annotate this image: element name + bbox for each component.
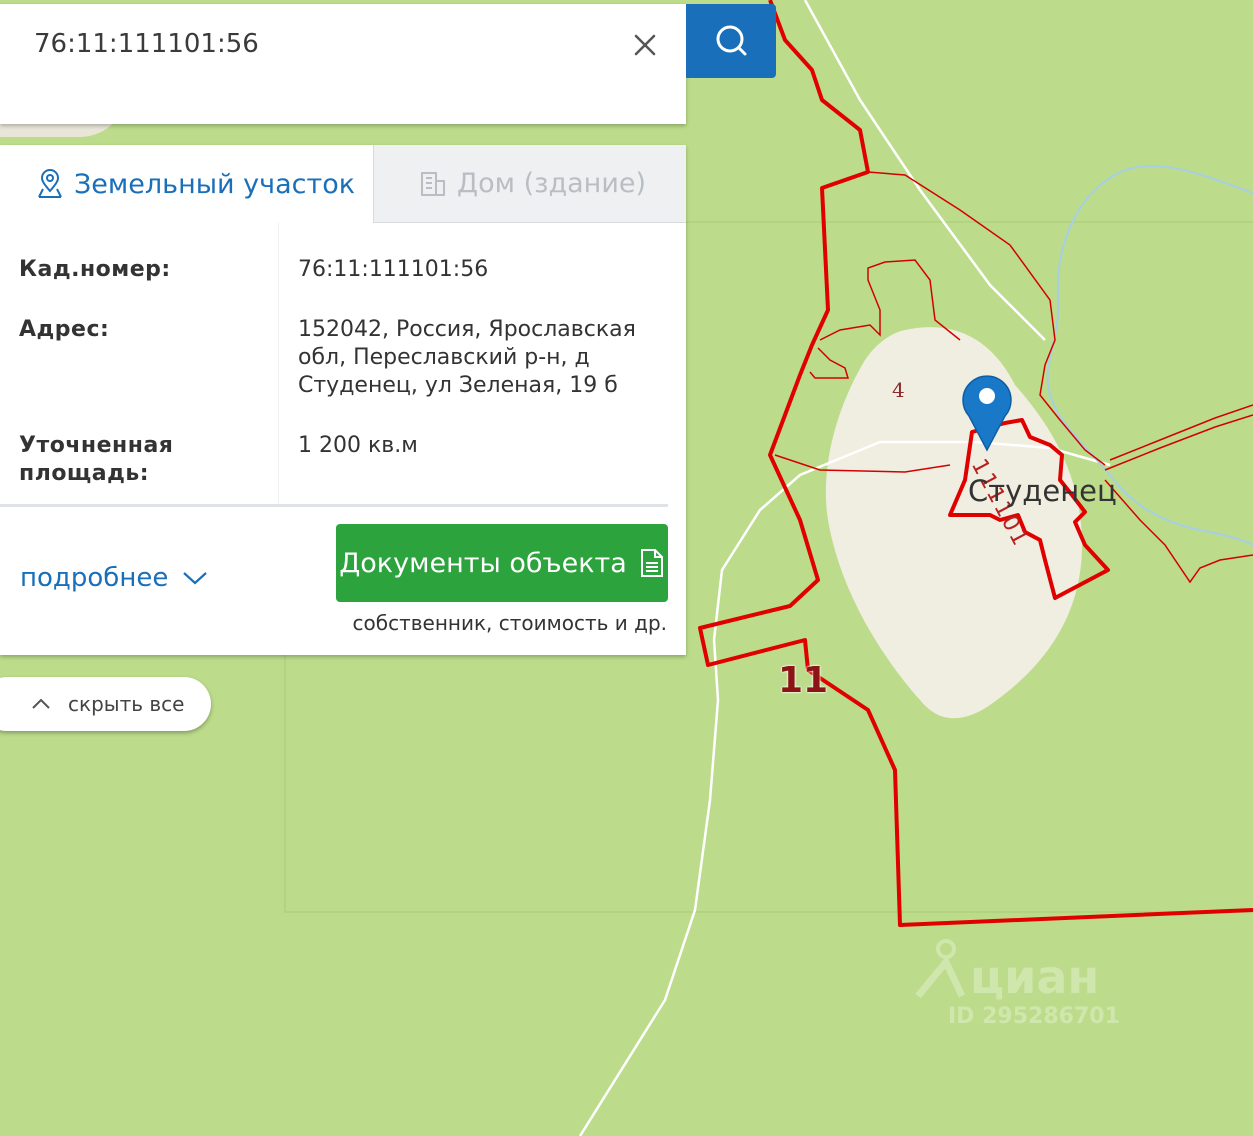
block-number-label: 4 [892, 378, 905, 402]
column-divider [278, 223, 279, 505]
clear-search-button[interactable] [626, 26, 664, 64]
card-divider [0, 504, 668, 507]
document-icon [640, 549, 663, 577]
search-button[interactable] [686, 4, 776, 78]
watermark: циан ID 295286701 [912, 938, 1152, 1038]
cian-logo-icon [915, 939, 966, 998]
documents-note: собственник, стоимость и др. [352, 611, 667, 635]
close-icon [634, 34, 656, 56]
search-panel [0, 4, 686, 124]
hide-all-label: скрыть все [68, 692, 185, 716]
more-details-label: подробнее [20, 563, 169, 593]
object-documents-button[interactable]: Документы объекта [336, 524, 668, 602]
tab-land-plot[interactable]: Земельный участок [0, 145, 373, 223]
hide-all-button[interactable]: скрыть все [0, 677, 211, 731]
address-label: Адрес: [19, 317, 110, 342]
cadastral-number-label: Кад.номер: [19, 257, 171, 282]
object-details: Кад.номер: 76:11:111101:56 Адрес: 152042… [0, 223, 686, 505]
village-name-label: Студенец [968, 474, 1117, 508]
search-input[interactable] [34, 24, 594, 64]
tab-building[interactable]: Дом (здание) [373, 145, 686, 223]
search-icon [716, 25, 747, 56]
tab-land-plot-label: Земельный участок [74, 168, 356, 200]
location-marker[interactable] [962, 372, 1012, 452]
watermark-id: ID 295286701 [948, 1004, 1120, 1029]
district-number-label: 11 [778, 660, 829, 701]
map-pin-icon [962, 375, 1012, 452]
map-pin-outline-icon [38, 169, 62, 198]
watermark-brand: циан [970, 950, 1100, 1004]
area-label: Уточненная площадь: [19, 433, 174, 486]
chevron-up-icon [32, 698, 50, 709]
building-icon [421, 171, 445, 196]
area-value: 1 200 кв.м [298, 433, 418, 458]
object-documents-label: Документы объекта [339, 547, 627, 579]
cadastral-number-value: 76:11:111101:56 [298, 257, 489, 282]
chevron-down-icon [183, 572, 208, 585]
tab-building-label: Дом (здание) [457, 168, 647, 199]
object-info-card: Земельный участок Дом (здание) Кад.номер… [0, 145, 686, 655]
more-details-link[interactable]: подробнее [20, 563, 210, 593]
address-value: 152042, Россия, Ярославская обл, Пересла… [298, 317, 636, 398]
